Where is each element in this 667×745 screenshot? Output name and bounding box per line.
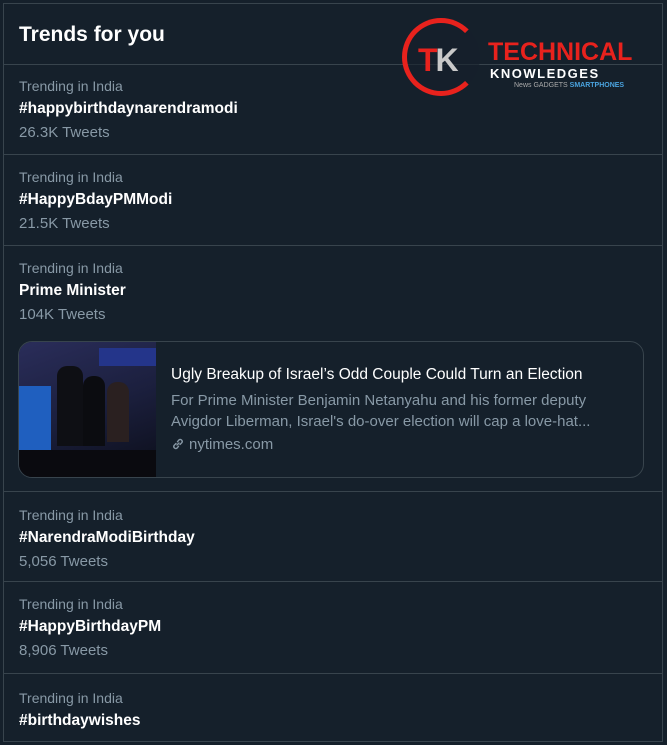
news-thumbnail[interactable]: [19, 342, 156, 477]
logo-line-technical: TECHNICAL: [488, 38, 633, 66]
news-source[interactable]: nytimes.com: [171, 436, 631, 453]
news-description: For Prime Minister Benjamin Netanyahu an…: [171, 392, 591, 430]
panel-title: Trends for you: [19, 23, 165, 46]
news-title[interactable]: Ugly Breakup of Israel’s Odd Couple Coul…: [171, 366, 631, 384]
trend-hashtag[interactable]: #birthdaywishes: [19, 712, 662, 730]
trend-location: Trending in India: [19, 169, 123, 185]
trend-tweet-count: 26.3K Tweets: [19, 124, 110, 141]
trends-panel: Trends for you Trending in India #happyb…: [3, 3, 663, 742]
watermark-logo: TK TECHNICAL KNOWLEDGES News GADGETS SMA…: [402, 14, 634, 104]
trend-hashtag[interactable]: #HappyBirthdayPM: [19, 618, 662, 636]
trend-hashtag[interactable]: #HappyBdayPMModi: [19, 191, 662, 209]
trend-tweet-count: 8,906 Tweets: [19, 642, 108, 659]
trend-location: Trending in India: [19, 507, 123, 523]
trend-tweet-count: 104K Tweets: [19, 306, 106, 323]
news-card[interactable]: Ugly Breakup of Israel’s Odd Couple Coul…: [18, 341, 644, 478]
trend-location: Trending in India: [19, 260, 123, 276]
trend-tweet-count: 21.5K Tweets: [19, 215, 110, 232]
trend-item[interactable]: Trending in India #HappyBdayPMModi 21.5K…: [4, 155, 662, 246]
trend-location: Trending in India: [19, 596, 123, 612]
trend-item[interactable]: Trending in India #HappyBirthdayPM 8,906…: [4, 582, 662, 674]
logo-initials: TK: [418, 42, 459, 78]
link-icon: [173, 438, 183, 450]
trend-location: Trending in India: [19, 690, 123, 706]
trend-hashtag[interactable]: #NarendraModiBirthday: [19, 529, 662, 547]
trend-hashtag[interactable]: Prime Minister: [19, 282, 662, 300]
logo-tagline: News GADGETS SMARTPHONES: [514, 82, 625, 89]
trend-item[interactable]: Trending in India #birthdaywishes: [4, 674, 662, 741]
logo-line-knowledges: KNOWLEDGES: [490, 66, 600, 81]
trend-item[interactable]: Trending in India Prime Minister 104K Tw…: [4, 246, 662, 492]
trend-tweet-count: 5,056 Tweets: [19, 553, 108, 570]
trend-item[interactable]: Trending in India #NarendraModiBirthday …: [4, 492, 662, 582]
